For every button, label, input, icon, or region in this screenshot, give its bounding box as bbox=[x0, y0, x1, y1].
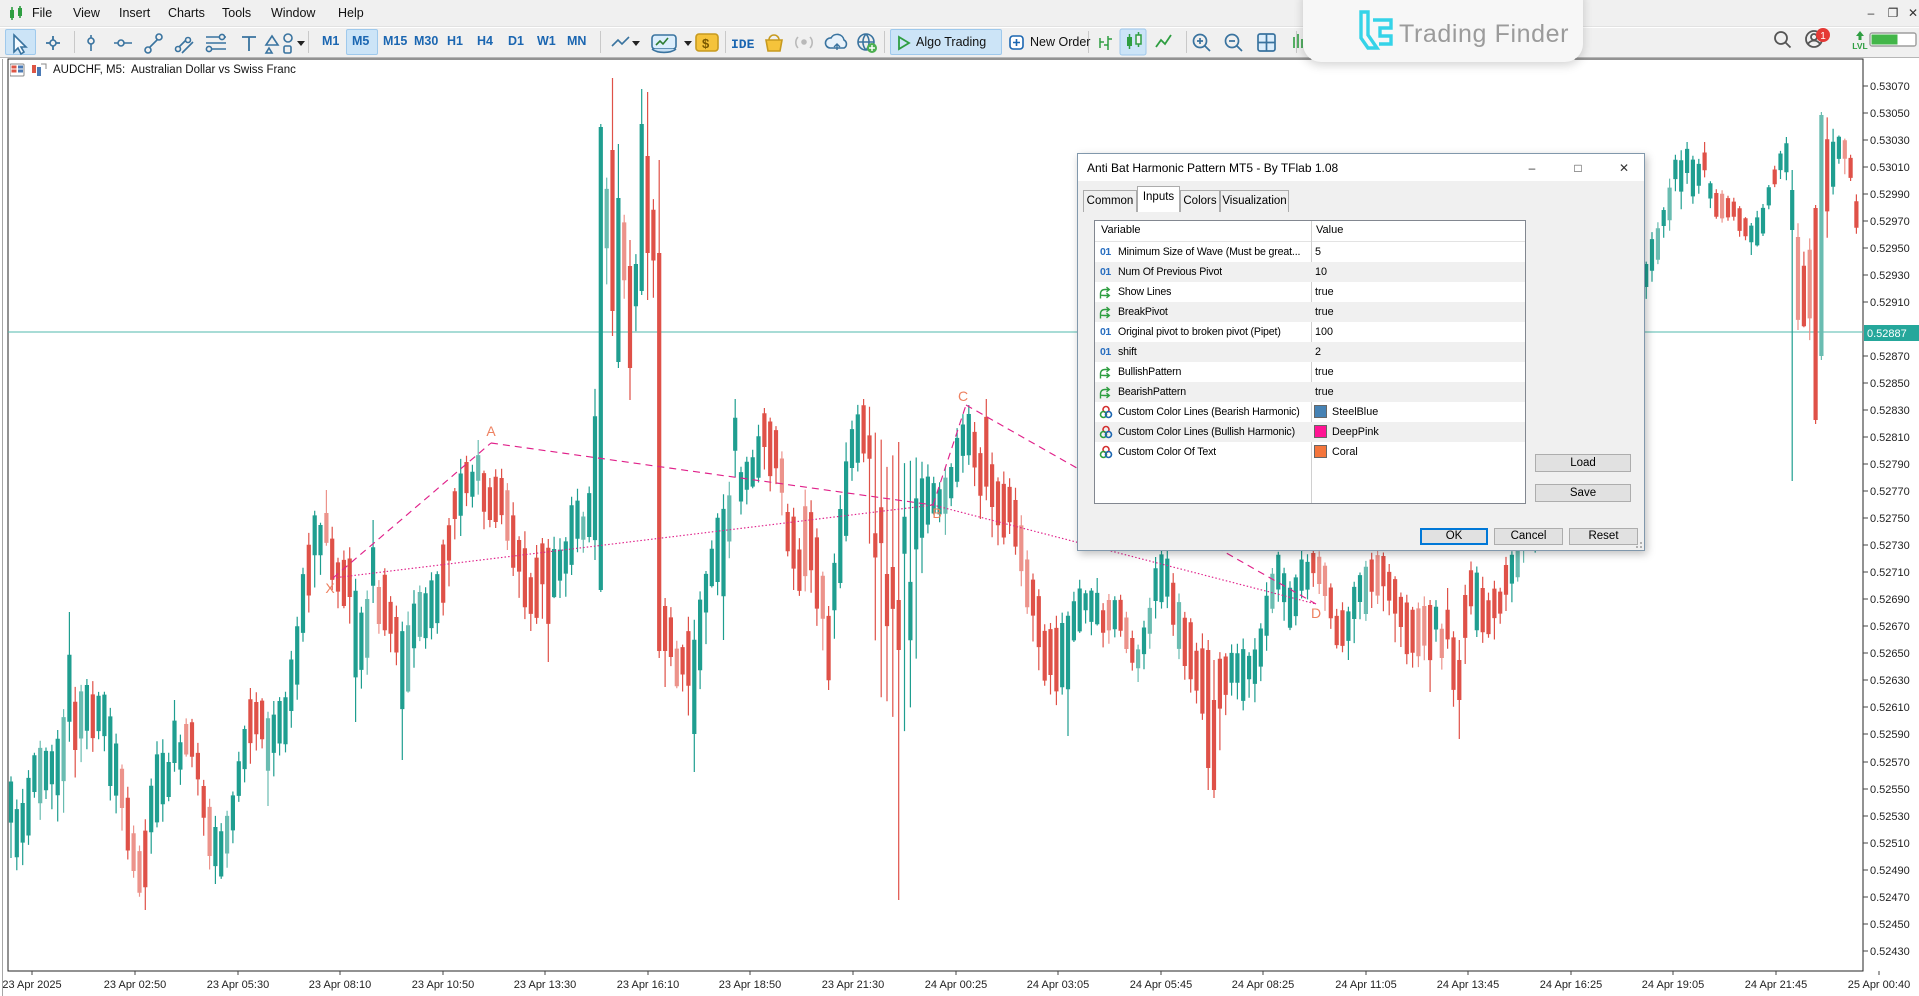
svg-text:0.52550: 0.52550 bbox=[1870, 784, 1910, 796]
svg-text:0.52750: 0.52750 bbox=[1870, 513, 1910, 525]
svg-text:0.52630: 0.52630 bbox=[1870, 675, 1910, 687]
svg-text:0.52610: 0.52610 bbox=[1870, 702, 1910, 714]
svg-text:0.52590: 0.52590 bbox=[1870, 729, 1910, 741]
svg-text:0.52470: 0.52470 bbox=[1870, 892, 1910, 904]
svg-text:0.52690: 0.52690 bbox=[1870, 594, 1910, 606]
svg-text:0.52830: 0.52830 bbox=[1870, 405, 1910, 417]
svg-text:24 Apr 19:05: 24 Apr 19:05 bbox=[1642, 979, 1704, 991]
svg-text:0.52430: 0.52430 bbox=[1870, 946, 1910, 958]
svg-text:24 Apr 13:45: 24 Apr 13:45 bbox=[1437, 979, 1499, 991]
svg-text:0.52930: 0.52930 bbox=[1870, 270, 1910, 282]
svg-text:23 Apr 13:30: 23 Apr 13:30 bbox=[514, 979, 576, 991]
svg-text:LVL: LVL bbox=[1852, 41, 1867, 51]
svg-text:24 Apr 21:45: 24 Apr 21:45 bbox=[1745, 979, 1807, 991]
svg-text:23 Apr 10:50: 23 Apr 10:50 bbox=[412, 979, 474, 991]
svg-text:23 Apr 16:10: 23 Apr 16:10 bbox=[617, 979, 679, 991]
svg-text:0.52490: 0.52490 bbox=[1870, 865, 1910, 877]
svg-text:23 Apr 05:30: 23 Apr 05:30 bbox=[207, 979, 269, 991]
svg-text:D: D bbox=[1311, 605, 1321, 621]
svg-text:23 Apr 2025: 23 Apr 2025 bbox=[2, 979, 61, 991]
svg-text:0.52510: 0.52510 bbox=[1870, 838, 1910, 850]
svg-text:24 Apr 16:25: 24 Apr 16:25 bbox=[1540, 979, 1602, 991]
svg-text:24 Apr 11:05: 24 Apr 11:05 bbox=[1335, 979, 1397, 991]
svg-text:0.52850: 0.52850 bbox=[1870, 378, 1910, 390]
svg-text:0.52790: 0.52790 bbox=[1870, 459, 1910, 471]
svg-text:24 Apr 03:05: 24 Apr 03:05 bbox=[1027, 979, 1089, 991]
svg-text:25 Apr 00:40: 25 Apr 00:40 bbox=[1848, 979, 1910, 991]
svg-text:0.52650: 0.52650 bbox=[1870, 648, 1910, 660]
svg-text:C: C bbox=[958, 388, 968, 404]
svg-text:X: X bbox=[325, 580, 335, 596]
svg-text:23 Apr 18:50: 23 Apr 18:50 bbox=[719, 979, 781, 991]
svg-text:A: A bbox=[486, 423, 496, 439]
svg-text:0.52910: 0.52910 bbox=[1870, 297, 1910, 309]
svg-text:1: 1 bbox=[1820, 31, 1826, 42]
svg-text:0.53070: 0.53070 bbox=[1870, 81, 1910, 93]
svg-text:0.52990: 0.52990 bbox=[1870, 189, 1910, 201]
svg-text:0.52670: 0.52670 bbox=[1870, 621, 1910, 633]
svg-text:23 Apr 02:50: 23 Apr 02:50 bbox=[104, 979, 166, 991]
svg-text:0.52770: 0.52770 bbox=[1870, 486, 1910, 498]
svg-text:0.53030: 0.53030 bbox=[1870, 135, 1910, 147]
svg-text:0.53010: 0.53010 bbox=[1870, 162, 1910, 174]
svg-text:0.52950: 0.52950 bbox=[1870, 243, 1910, 255]
svg-text:24 Apr 05:45: 24 Apr 05:45 bbox=[1130, 979, 1192, 991]
svg-text:24 Apr 08:25: 24 Apr 08:25 bbox=[1232, 979, 1294, 991]
svg-text:0.52887: 0.52887 bbox=[1867, 328, 1907, 340]
svg-text:23 Apr 08:10: 23 Apr 08:10 bbox=[309, 979, 371, 991]
svg-text:B: B bbox=[932, 505, 941, 521]
svg-text:0.52870: 0.52870 bbox=[1870, 351, 1910, 363]
svg-text:0.52530: 0.52530 bbox=[1870, 811, 1910, 823]
svg-text:0.52570: 0.52570 bbox=[1870, 757, 1910, 769]
svg-text:23 Apr 21:30: 23 Apr 21:30 bbox=[822, 979, 884, 991]
svg-text:24 Apr 00:25: 24 Apr 00:25 bbox=[925, 979, 987, 991]
svg-text:0.52710: 0.52710 bbox=[1870, 567, 1910, 579]
svg-text:0.52450: 0.52450 bbox=[1870, 919, 1910, 931]
svg-text:0.53050: 0.53050 bbox=[1870, 108, 1910, 120]
svg-text:0.52970: 0.52970 bbox=[1870, 216, 1910, 228]
svg-text:0.52810: 0.52810 bbox=[1870, 432, 1910, 444]
svg-text:0.52730: 0.52730 bbox=[1870, 540, 1910, 552]
